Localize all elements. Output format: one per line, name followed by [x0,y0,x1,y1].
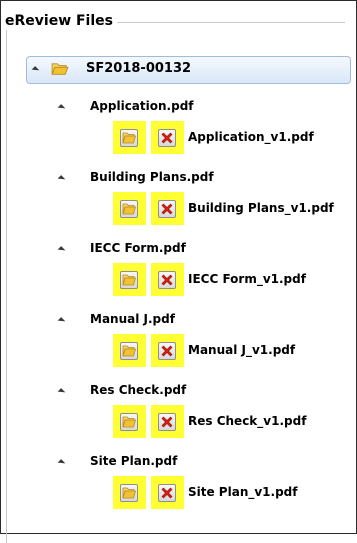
open-file-button[interactable] [120,271,138,289]
version-file-link[interactable]: Site Plan_v1.pdf [188,484,298,500]
delete-x-icon [161,274,173,286]
delete-file-button[interactable] [158,342,176,360]
version-file-link[interactable]: IECC Form_v1.pdf [188,271,306,287]
delete-x-icon [161,132,173,144]
folder-open-icon [122,203,136,215]
open-file-button[interactable] [120,129,138,147]
folder-open-icon [51,63,69,75]
version-file-link[interactable]: Building Plans_v1.pdf [188,200,334,216]
folder-open-icon [122,274,136,286]
folder-open-icon [122,132,136,144]
open-file-button[interactable] [120,484,138,502]
open-file-button[interactable] [120,342,138,360]
folder-open-icon [122,416,136,428]
expand-triangle-icon[interactable] [57,104,66,112]
root-node-label: SF2018-00132 [86,61,192,76]
expand-triangle-icon[interactable] [57,388,66,396]
version-file-link[interactable]: Application_v1.pdf [188,129,314,145]
folder-open-icon [122,487,136,499]
delete-file-button[interactable] [158,484,176,502]
version-file-link[interactable]: Manual J_v1.pdf [188,342,295,358]
delete-file-button[interactable] [158,413,176,431]
delete-file-button[interactable] [158,129,176,147]
open-file-button[interactable] [120,413,138,431]
document-node-label[interactable]: Application.pdf [90,98,194,114]
document-node-label[interactable]: Manual J.pdf [90,311,175,327]
document-node-label[interactable]: Site Plan.pdf [90,453,177,469]
document-node-label[interactable]: Res Check.pdf [90,382,186,398]
expand-triangle-icon[interactable] [57,246,66,254]
delete-file-button[interactable] [158,200,176,218]
expand-triangle-icon[interactable] [57,459,66,467]
delete-x-icon [161,345,173,357]
folder-open-icon [122,345,136,357]
open-file-button[interactable] [120,200,138,218]
delete-x-icon [161,487,173,499]
delete-file-button[interactable] [158,271,176,289]
delete-x-icon [161,416,173,428]
version-file-link[interactable]: Res Check_v1.pdf [188,413,306,429]
file-tree: SF2018-00132 Application.pdf Application_… [0,0,357,534]
delete-x-icon [161,203,173,215]
document-node-label[interactable]: Building Plans.pdf [90,169,214,185]
expand-triangle-icon[interactable] [57,317,66,325]
document-node-label[interactable]: IECC Form.pdf [90,240,186,256]
expand-triangle-icon[interactable] [57,175,66,183]
